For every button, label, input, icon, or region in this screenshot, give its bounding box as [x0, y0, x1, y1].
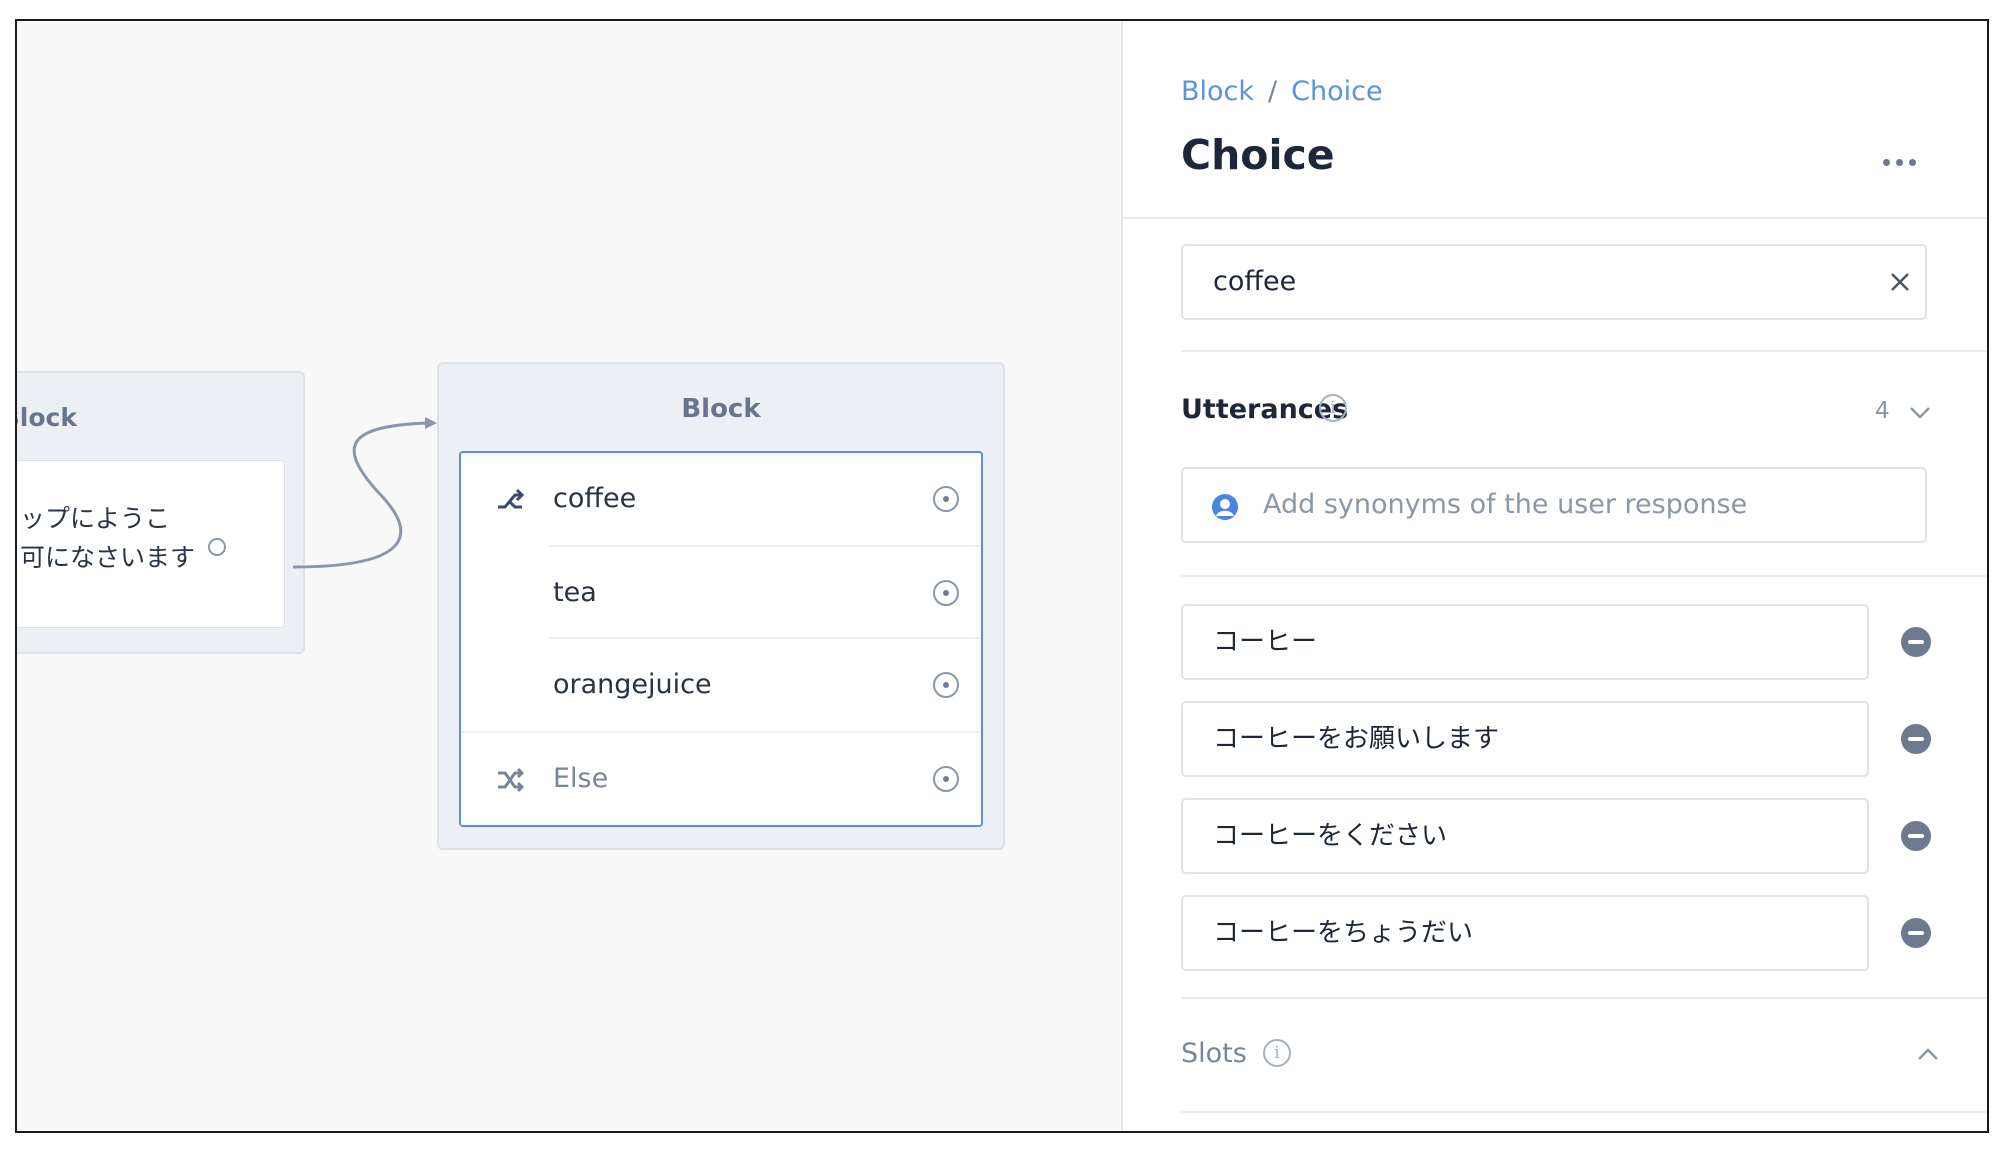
divider: [1123, 217, 1987, 219]
flow-canvas[interactable]: Block ップにようこ 可になさいます Block: [17, 21, 1121, 1131]
chevron-up-icon[interactable]: [1917, 1047, 1939, 1061]
page-title: Choice: [1181, 131, 1335, 179]
choice-output-port[interactable]: [933, 580, 959, 606]
divider: [1181, 1111, 1987, 1113]
utterance-item[interactable]: コーヒーをください: [1181, 798, 1869, 874]
choice-label: tea: [553, 577, 597, 608]
synonym-placeholder: Add synonyms of the user response: [1263, 489, 1748, 520]
user-icon: [1212, 494, 1238, 520]
choice-block[interactable]: Block coffee tea orangejuice Else: [437, 362, 1005, 850]
remove-icon[interactable]: [1901, 918, 1931, 948]
choice-label: orangejuice: [553, 669, 712, 700]
more-dot-icon: [1896, 159, 1903, 166]
info-icon[interactable]: i: [1263, 1039, 1291, 1067]
utterances-count: 4: [1875, 398, 1890, 424]
utterance-item[interactable]: コーヒーをお願いします: [1181, 701, 1869, 777]
remove-icon[interactable]: [1901, 724, 1931, 754]
divider: [1181, 350, 1987, 352]
divider: [1181, 575, 1987, 577]
synonym-input[interactable]: Add synonyms of the user response: [1181, 467, 1927, 543]
properties-panel: Block / Choice Choice coffee Utterances i …: [1121, 21, 1987, 1131]
more-dot-icon: [1883, 159, 1890, 166]
breadcrumb: Block / Choice: [1181, 76, 1383, 107]
app-frame: Block ップにようこ 可になさいます Block: [15, 19, 1989, 1133]
choice-item-else[interactable]: Else: [461, 733, 981, 825]
choice-label: Else: [553, 763, 609, 794]
breadcrumb-choice-link[interactable]: Choice: [1291, 76, 1382, 107]
branch-icon: [498, 488, 525, 509]
choice-block-title: Block: [681, 394, 761, 424]
choice-output-port[interactable]: [933, 486, 959, 512]
choice-item-orangejuice[interactable]: orangejuice: [461, 639, 981, 731]
remove-icon[interactable]: [1901, 821, 1931, 851]
choice-item-coffee[interactable]: coffee: [461, 453, 981, 545]
slots-label: Slots: [1181, 1038, 1247, 1069]
utterance-item[interactable]: コーヒーをちょうだい: [1181, 895, 1869, 971]
choice-label: coffee: [553, 483, 637, 514]
chevron-down-icon[interactable]: [1909, 406, 1931, 420]
choice-output-port[interactable]: [933, 766, 959, 792]
shuffle-icon: [498, 767, 525, 793]
breadcrumb-block-link[interactable]: Block: [1181, 76, 1254, 107]
utterance-item[interactable]: コーヒー: [1181, 604, 1869, 680]
choice-list: coffee tea orangejuice Else: [459, 451, 983, 827]
choice-output-port[interactable]: [933, 672, 959, 698]
more-dot-icon: [1909, 159, 1916, 166]
close-icon[interactable]: [1889, 271, 1911, 293]
divider: [1181, 997, 1987, 999]
more-options-button[interactable]: [1883, 159, 1923, 171]
remove-icon[interactable]: [1901, 627, 1931, 657]
choice-item-tea[interactable]: tea: [461, 547, 981, 639]
breadcrumb-separator: /: [1268, 76, 1278, 107]
choice-value-input[interactable]: coffee: [1181, 244, 1927, 320]
info-icon[interactable]: i: [1319, 394, 1347, 422]
